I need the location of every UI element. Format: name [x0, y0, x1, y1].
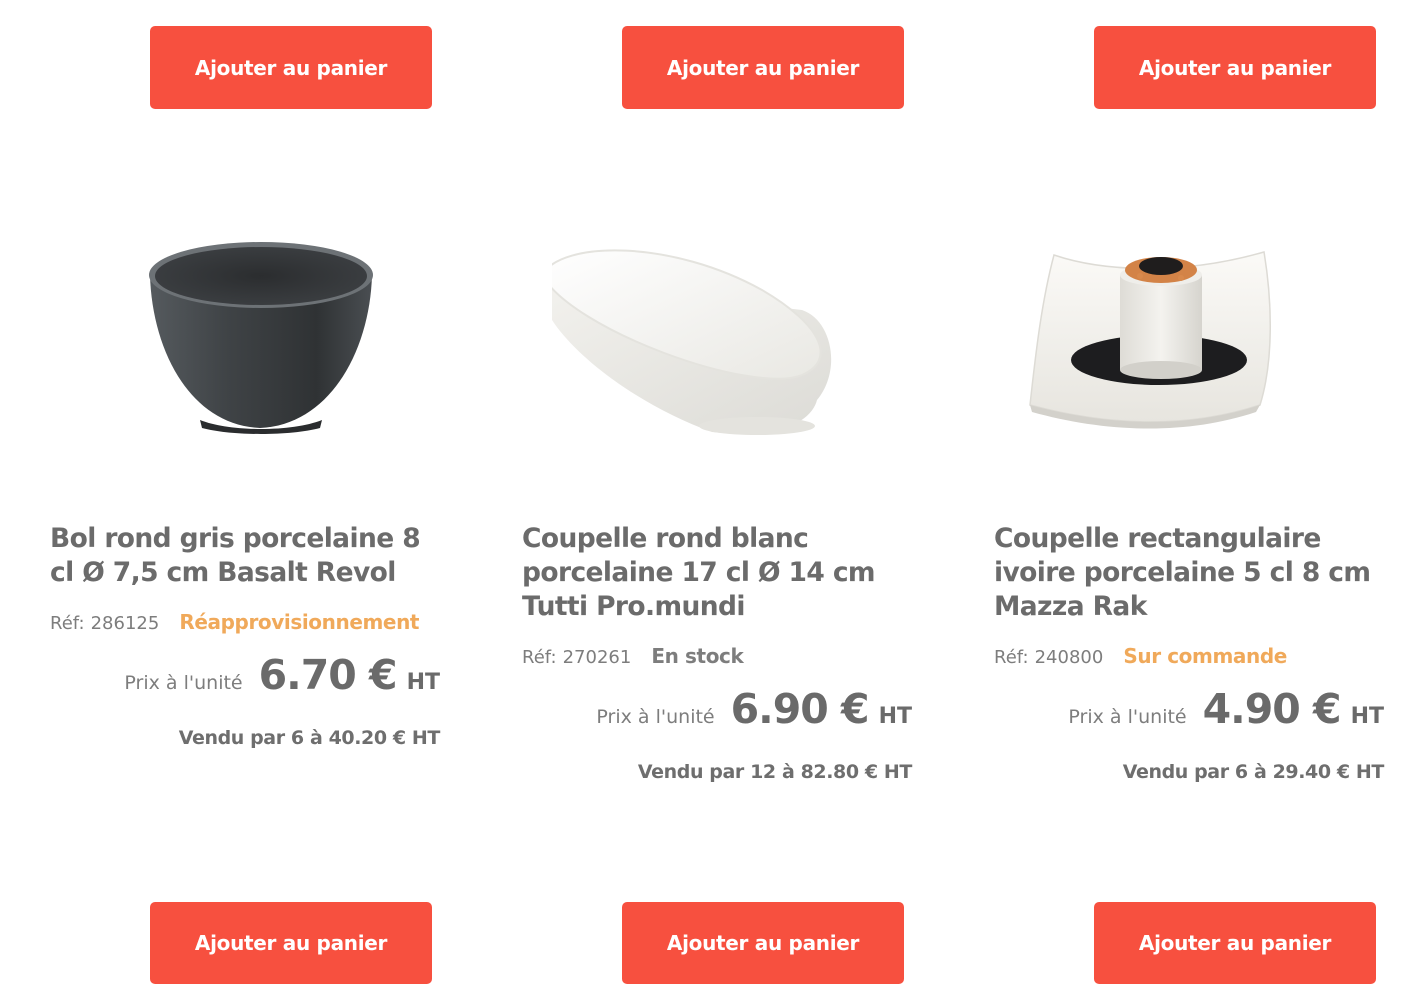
unit-price-line: Prix à l'unité 4.90 € HT [984, 685, 1384, 733]
unit-price: 6.90 € [730, 685, 870, 733]
unit-price: 6.70 € [258, 651, 398, 699]
unit-price-line: Prix à l'unité 6.70 € HT [40, 651, 440, 699]
product-title[interactable]: Bol rond gris porcelaine 8 cl Ø 7,5 cm B… [50, 522, 445, 590]
reference-number: 270261 [562, 647, 632, 668]
reference-label: Réf: [522, 647, 557, 668]
reference-label: Réf: [994, 647, 1029, 668]
square-plate-image[interactable] [1024, 200, 1364, 470]
reference-line: Réf: 286125 Réapprovisionnement [50, 610, 450, 636]
unit-price-label: Prix à l'unité [596, 706, 715, 728]
stock-status: Réapprovisionnement [179, 610, 420, 634]
reference-number: 240800 [1034, 647, 1104, 668]
reference-label: Réf: [50, 613, 85, 634]
reference-number: 286125 [90, 613, 160, 634]
product-title[interactable]: Coupelle rond blanc porcelaine 17 cl Ø 1… [522, 522, 917, 624]
product-card-2: Ajouter au panier Coupelle rond blanc po… [512, 0, 912, 994]
add-to-cart-button[interactable]: Ajouter au panier [1094, 902, 1376, 984]
unit-price-line: Prix à l'unité 6.90 € HT [512, 685, 912, 733]
add-to-cart-button[interactable]: Ajouter au panier [150, 26, 432, 109]
pack-price: Vendu par 6 à 29.40 € HT [1122, 761, 1385, 783]
unit-price-label: Prix à l'unité [1068, 706, 1187, 728]
add-to-cart-button[interactable]: Ajouter au panier [622, 26, 904, 109]
price-tax-suffix: HT [878, 704, 912, 729]
unit-price-label: Prix à l'unité [124, 672, 243, 694]
product-title[interactable]: Coupelle rectangulaire ivoire porcelaine… [994, 522, 1389, 624]
add-to-cart-button[interactable]: Ajouter au panier [150, 902, 432, 984]
reference-line: Réf: 240800 Sur commande [994, 644, 1394, 670]
price-tax-suffix: HT [406, 670, 440, 695]
white-slanted-bowl-image[interactable] [552, 200, 892, 470]
unit-price: 4.90 € [1202, 685, 1342, 733]
product-card-3: Ajouter au panier Coupelle rectangulaire… [984, 0, 1384, 994]
stock-status: Sur commande [1123, 644, 1287, 668]
product-card-1: Ajouter au panier Bol rond gris porcelai… [40, 0, 440, 994]
grey-bowl-image[interactable] [80, 200, 420, 470]
product-grid: Ajouter au panier Bol rond gris porcelai… [0, 0, 1414, 994]
reference-line: Réf: 270261 En stock [522, 644, 922, 670]
price-tax-suffix: HT [1350, 704, 1384, 729]
add-to-cart-button[interactable]: Ajouter au panier [622, 902, 904, 984]
stock-status: En stock [651, 644, 744, 668]
pack-price: Vendu par 12 à 82.80 € HT [637, 761, 913, 783]
add-to-cart-button[interactable]: Ajouter au panier [1094, 26, 1376, 109]
pack-price: Vendu par 6 à 40.20 € HT [178, 727, 441, 749]
